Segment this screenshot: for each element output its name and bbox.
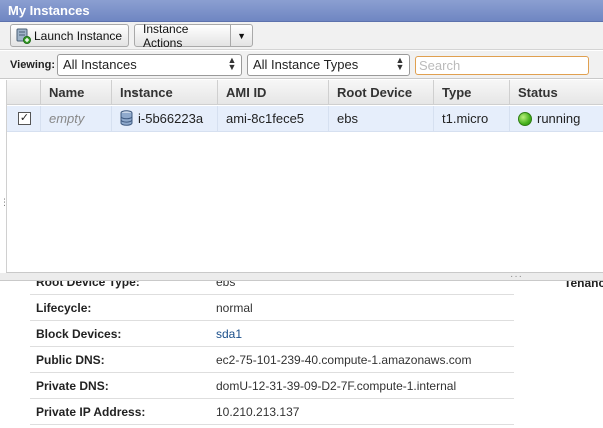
header-select-column[interactable] <box>7 80 41 105</box>
window-title: My Instances <box>8 3 90 18</box>
row-checkbox[interactable]: ✓ <box>18 112 31 125</box>
instances-filter-select[interactable]: All Instances ▲ ▼ <box>57 54 242 76</box>
running-status-icon <box>518 111 532 126</box>
instance-actions-label: Instance Actions <box>143 21 189 50</box>
root-device: ebs <box>329 106 434 131</box>
detail-value: ebs <box>216 281 236 289</box>
grid-header: Name ✎ Instance AMI ID Root Device Type … <box>7 80 603 105</box>
header-instance[interactable]: Instance <box>112 80 218 105</box>
header-root-device[interactable]: Root Device <box>329 80 434 105</box>
search-input[interactable] <box>415 56 589 75</box>
detail-label: Private IP Address: <box>36 405 146 419</box>
detail-value: normal <box>216 301 253 315</box>
detail-row-private-dns: Private DNS: domU-12-31-39-09-D2-7F.comp… <box>30 373 514 399</box>
server-add-icon <box>16 28 31 44</box>
detail-label: Root Device Type: <box>36 281 140 289</box>
instance-types-filter-value: All Instance Types <box>253 57 359 72</box>
header-type[interactable]: Type <box>434 80 510 105</box>
header-status[interactable]: Status <box>510 80 603 105</box>
detail-value: ec2-75-101-239-40.compute-1.amazonaws.co… <box>216 353 472 367</box>
row-select-cell[interactable]: ✓ <box>7 106 41 131</box>
detail-label: Public DNS: <box>36 353 105 367</box>
instance-id: i-5b66223a <box>138 111 204 126</box>
instance-id-cell: i-5b66223a <box>112 106 218 131</box>
detail-label: Private DNS: <box>36 379 109 393</box>
detail-value: domU-12-31-39-09-D2-7F.compute-1.interna… <box>216 379 457 393</box>
header-ami-id[interactable]: AMI ID <box>218 80 329 105</box>
tenancy-label: Tenancy <box>564 281 603 290</box>
viewing-label: Viewing: <box>10 59 56 71</box>
table-row[interactable]: ✓ empty i-5b66223a ami-8c1fece5 ebs t1.m… <box>7 106 603 132</box>
detail-row-root-device-type: Root Device Type: ebs <box>30 281 514 295</box>
ami-id: ami-8c1fece5 <box>218 106 329 131</box>
detail-value: 10.210.213.137 <box>216 405 300 419</box>
filter-bar: Viewing: All Instances ▲ ▼ All Instance T… <box>0 51 603 79</box>
side-resize-grip-icon[interactable]: ⋮ <box>0 198 9 207</box>
instance-icon <box>120 110 133 126</box>
instance-type: t1.micro <box>434 106 510 131</box>
detail-row-private-ip: Private IP Address: 10.210.213.137 <box>30 399 514 425</box>
instance-name[interactable]: empty <box>41 106 112 131</box>
instance-types-filter-select[interactable]: All Instance Types ▲ ▼ <box>247 54 410 76</box>
toolbar: Launch Instance Instance Actions ▼ <box>0 22 603 50</box>
detail-label: Lifecycle: <box>36 301 92 315</box>
status-cell: running <box>510 106 603 131</box>
window-titlebar: My Instances <box>0 0 603 22</box>
instances-grid: Name ✎ Instance AMI ID Root Device Type … <box>6 80 603 272</box>
launch-instance-label: Launch Instance <box>34 28 123 43</box>
detail-row-lifecycle: Lifecycle: normal <box>30 295 514 321</box>
status-text: running <box>537 111 581 126</box>
instance-details-pane: Root Device Type: ebs Tenancy Lifecycle:… <box>6 281 603 428</box>
detail-label: Block Devices: <box>36 327 122 341</box>
header-name[interactable]: Name ✎ <box>41 80 139 105</box>
dropdown-arrow-icon[interactable]: ▼ <box>231 31 252 41</box>
select-updown-icon: ▲ ▼ <box>227 55 237 72</box>
detail-row-block-devices: Block Devices: sda1 <box>30 321 514 347</box>
instances-filter-value: All Instances <box>63 57 137 72</box>
instance-actions-button[interactable]: Instance Actions ▼ <box>134 21 253 50</box>
select-updown-icon: ▲ ▼ <box>395 55 405 72</box>
launch-instance-button[interactable]: Launch Instance <box>10 24 129 47</box>
detail-row-public-dns: Public DNS: ec2-75-101-239-40.compute-1.… <box>30 347 514 373</box>
pane-splitter[interactable]: ··· <box>0 271 603 282</box>
block-device-link[interactable]: sda1 <box>216 327 242 341</box>
